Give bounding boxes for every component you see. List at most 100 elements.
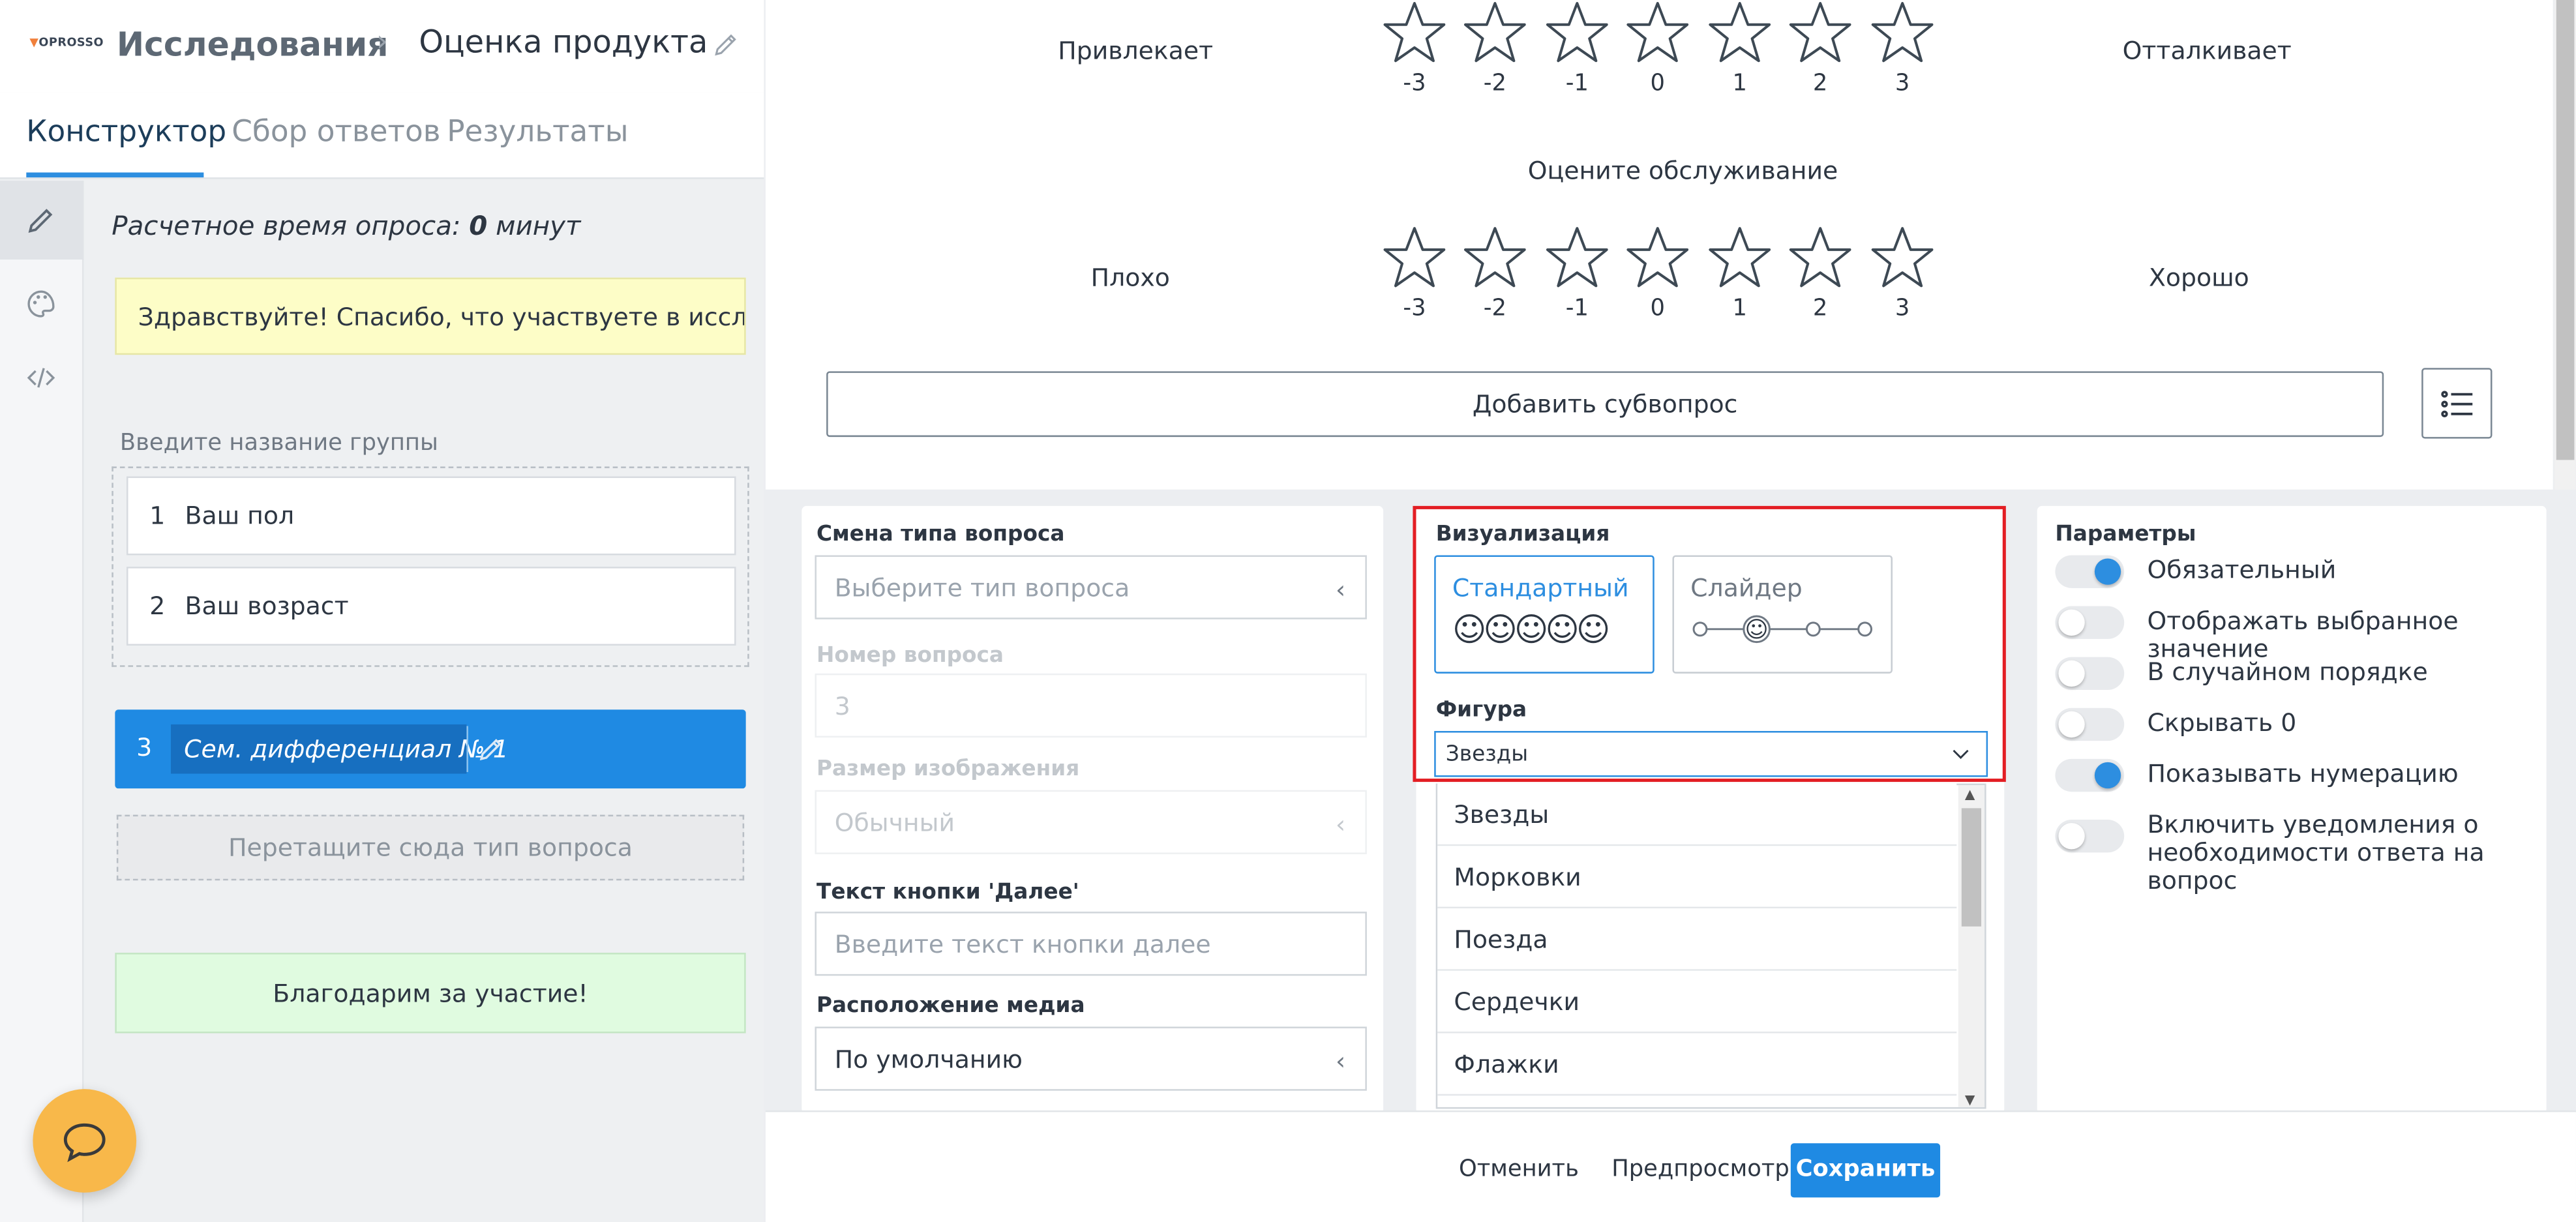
star-icon[interactable]	[1462, 0, 1528, 66]
scale-value: 0	[1650, 70, 1665, 97]
palette-icon[interactable]	[25, 288, 57, 320]
star-icon[interactable]	[1382, 0, 1448, 66]
star-icon[interactable]	[1870, 225, 1936, 291]
question-item[interactable]: 2 Ваш возраст	[126, 567, 736, 646]
code-icon[interactable]	[25, 361, 57, 394]
tab-collect[interactable]: Сбор ответов	[232, 115, 440, 149]
add-subquestion-button[interactable]: Добавить субвопрос	[826, 371, 2384, 438]
star-icon[interactable]	[1788, 225, 1853, 291]
selected-question-title[interactable]: Сем. дифференциал № 1	[170, 724, 509, 774]
visualization-standard-option[interactable]: Стандартный ☺☺☺☺☺	[1434, 555, 1655, 674]
chevron-left-icon: ‹	[1336, 809, 1346, 840]
visualization-slider-option[interactable]: Слайдер ☺	[1672, 555, 1893, 674]
parameter-label: В случайном порядке	[2147, 658, 2427, 687]
visualization-title: Визуализация	[1435, 522, 1610, 547]
tool-rail	[0, 181, 84, 1222]
scroll-down-icon[interactable]: ▼	[1965, 1092, 1975, 1107]
scale-value: 0	[1650, 295, 1665, 322]
figure-select[interactable]: Звезды	[1434, 730, 1988, 777]
star-icon[interactable]	[1544, 0, 1610, 66]
toggle-switch[interactable]	[2055, 657, 2125, 691]
tab-results[interactable]: Результаты	[447, 115, 628, 149]
cancel-button[interactable]: Отменить	[1459, 1156, 1579, 1182]
svg-text:☺: ☺	[1745, 617, 1769, 643]
slider-label: Слайдер	[1690, 573, 1803, 603]
star-icon[interactable]	[1462, 225, 1528, 291]
parameter-label-line: Скрывать 0	[2147, 708, 2297, 738]
dropdown-option[interactable]: Флажки	[1437, 1033, 1957, 1096]
media-position-select[interactable]: По умолчанию ‹	[815, 1026, 1367, 1091]
chevron-left-icon: ‹	[1336, 1046, 1346, 1077]
parameter-label: Обязательный	[2147, 556, 2336, 585]
star-icon[interactable]	[1625, 225, 1690, 291]
edit-title-icon[interactable]	[711, 29, 741, 59]
toggle-switch[interactable]	[2055, 606, 2125, 639]
dropdown-option[interactable]: Морковки	[1437, 846, 1957, 909]
toggle-knob	[2058, 609, 2085, 636]
question-type-select[interactable]: Выберите тип вопроса ‹	[815, 555, 1367, 619]
parameter-label: Показывать нумерацию	[2147, 760, 2458, 788]
toggle-knob	[2094, 558, 2121, 585]
standard-label: Стандартный	[1452, 573, 1629, 603]
subquestion-title: Оцените обслуживание	[1527, 156, 1838, 186]
tab-constructor[interactable]: Конструктор	[26, 115, 226, 149]
breadcrumb-root[interactable]: Исследования	[117, 25, 389, 64]
preview-scrollbar-thumb[interactable]	[2556, 0, 2575, 460]
star-icon[interactable]	[1870, 0, 1936, 66]
dropdown-option[interactable]: Поезда	[1437, 908, 1957, 971]
save-button[interactable]: Сохранить	[1790, 1143, 1941, 1198]
image-size-label: Размер изображения	[816, 757, 1080, 782]
smiley-icons: ☺☺☺☺☺	[1452, 609, 1610, 649]
star-icon[interactable]	[1788, 0, 1853, 66]
star-icon[interactable]	[1707, 225, 1773, 291]
scale-value: -2	[1483, 70, 1506, 97]
chat-button[interactable]	[33, 1089, 137, 1193]
toggle-switch[interactable]	[2055, 820, 2125, 853]
question-dropzone[interactable]: Перетащите сюда тип вопроса	[116, 814, 745, 881]
welcome-screen-item[interactable]: Здравствуйте! Спасибо, что участвуете в …	[115, 277, 746, 355]
toggle-knob	[2058, 823, 2085, 850]
scale-value: 3	[1895, 295, 1910, 322]
dropdown-scrollbar-thumb[interactable]	[1961, 808, 1982, 927]
parameter-label: Скрывать 0	[2147, 709, 2296, 738]
dropdown-option[interactable]: Сердечки	[1437, 970, 1957, 1034]
toggle-switch[interactable]	[2055, 708, 2125, 741]
figure-label: Фигура	[1435, 698, 1527, 723]
next-button-text-label: Текст кнопки 'Далее'	[816, 880, 1079, 906]
chevron-right-icon: ›	[376, 24, 389, 59]
star-icon[interactable]	[1544, 225, 1610, 291]
parameter-label: Включить уведомления о необходимости отве…	[2147, 811, 2575, 895]
selected-question-number: 3	[136, 732, 153, 762]
toggle-switch[interactable]	[2055, 555, 2125, 588]
scroll-up-icon[interactable]: ▲	[1965, 787, 1975, 802]
question-number-input[interactable]: 3	[815, 673, 1367, 738]
list-icon	[2441, 391, 2473, 417]
preview-button[interactable]: Предпросмотр	[1611, 1156, 1790, 1182]
question-item[interactable]: 1 Ваш пол	[126, 476, 736, 556]
scale-value: 1	[1732, 295, 1747, 322]
scale-value: 1	[1732, 70, 1747, 97]
pencil-icon[interactable]	[25, 203, 57, 236]
image-size-select[interactable]: Обычный ‹	[815, 790, 1367, 854]
media-position-label: Расположение медиа	[816, 994, 1085, 1019]
thanks-screen-item[interactable]: Благодарим за участие!	[115, 953, 746, 1034]
scale-right-label: Отталкивает	[2122, 36, 2292, 66]
toggle-knob	[2058, 711, 2085, 738]
toggle-switch[interactable]	[2055, 758, 2125, 792]
scale-value: -3	[1403, 70, 1426, 97]
dropdown-option[interactable]: Звезды	[1437, 783, 1957, 846]
chevron-left-icon: ‹	[1336, 574, 1346, 605]
divider	[466, 726, 468, 772]
list-button[interactable]	[2421, 368, 2493, 439]
star-icon[interactable]	[1707, 0, 1773, 66]
star-icon[interactable]	[1382, 225, 1448, 291]
chevron-down-icon	[1953, 749, 1969, 759]
breadcrumb-current: Оценка продукта	[419, 24, 708, 61]
edit-question-icon[interactable]	[477, 734, 506, 764]
parameter-label-line: необходимости ответа на вопрос	[2147, 837, 2485, 895]
star-icon[interactable]	[1625, 0, 1690, 66]
scale-value: 2	[1812, 70, 1828, 97]
group-name-input[interactable]: Введите название группы	[120, 430, 438, 456]
app-logo[interactable]: ▼OPROSSO	[29, 36, 104, 49]
next-button-text-input[interactable]: Введите текст кнопки далее	[815, 912, 1367, 976]
